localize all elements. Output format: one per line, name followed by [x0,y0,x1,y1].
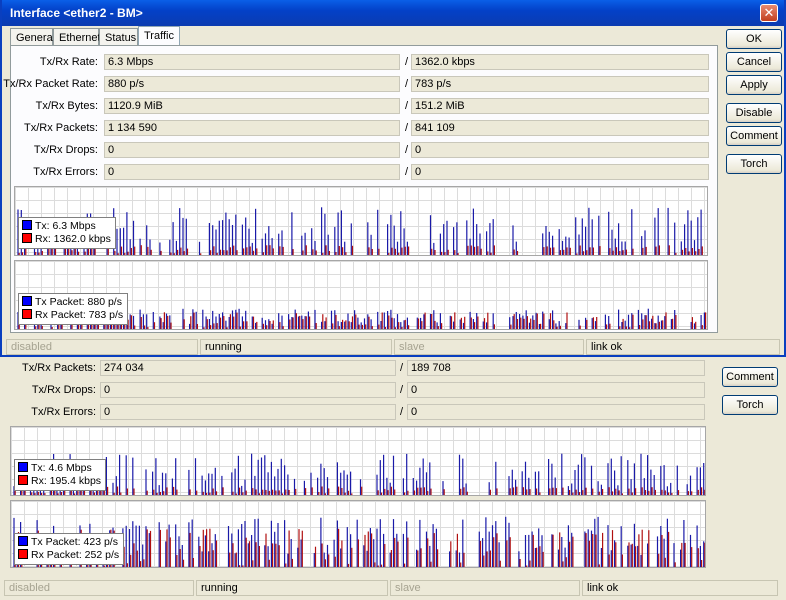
separator: / [405,122,409,134]
disable-button[interactable]: Disable [726,103,782,123]
comment-button[interactable]: Comment [722,367,778,387]
separator: / [405,100,409,112]
tx-value: 0 [100,382,396,398]
separator: / [405,56,409,68]
status-disabled: disabled [6,339,198,355]
tab-general[interactable]: General [10,28,55,46]
status-bar: disabled running slave link ok [6,339,782,355]
rx-legend-label: Rx: 1362.0 kbps [35,233,111,245]
traffic-graph: Tx: 4.6 Mbps Rx: 195.4 kbps [10,426,706,496]
separator: / [400,384,404,396]
status-slave: slave [394,339,584,355]
traffic-legend: Tx: 4.6 Mbps Rx: 195.4 kbps [14,459,107,491]
rx-swatch [18,475,28,485]
traffic-legend: Tx: 6.3 Mbps Rx: 1362.0 kbps [18,217,116,249]
status-running: running [196,580,388,596]
field-label: Tx/Rx Errors: [31,406,96,418]
separator: / [405,144,409,156]
comment-button[interactable]: Comment [726,126,782,146]
field-label: Tx/Rx Errors: [33,166,98,178]
tab-status[interactable]: Status [99,28,138,46]
rx-packet-rate-value: 783 p/s [411,76,709,92]
field-label: Tx/Rx Rate: [39,56,98,68]
field-label: Tx/Rx Packets: [24,122,98,134]
status-disabled: disabled [4,580,194,596]
close-icon[interactable]: ✕ [760,4,778,22]
cancel-button[interactable]: Cancel [726,52,782,72]
status-slave: slave [390,580,580,596]
rx-errors-value: 0 [411,164,709,180]
traffic-bars [13,453,705,495]
status-bar: disabled running slave link ok [4,580,780,596]
field-label: Tx/Rx Packet Rate: [3,78,98,90]
tx-swatch [18,536,28,546]
tx-packet-legend-label: Tx Packet: 880 p/s [35,296,122,308]
field-label: Tx/Rx Bytes: [35,100,98,112]
status-link: link ok [582,580,778,596]
rx-drops-value: 0 [411,142,709,158]
status-link: link ok [586,339,780,355]
tab-traffic[interactable]: Traffic [138,26,180,47]
tx-swatch [18,462,28,472]
rx-rate-value: 1362.0 kbps [411,54,709,70]
rx-value: 0 [407,382,705,398]
packet-graph: Tx Packet: 423 p/s Rx Packet: 252 p/s [10,500,706,568]
ok-button[interactable]: OK [726,29,782,49]
tx-rate-value: 6.3 Mbps [104,54,400,70]
separator: / [405,166,409,178]
window-title: Interface <ether2 - BM> [10,6,143,20]
separator: / [400,362,404,374]
tx-packets-value: 1 134 590 [104,120,400,136]
field-label: Tx/Rx Drops: [33,144,98,156]
packet-legend: Tx Packet: 423 p/s Rx Packet: 252 p/s [14,533,125,565]
traffic-graph: Tx: 6.3 Mbps Rx: 1362.0 kbps [14,186,708,256]
tx-swatch [22,220,32,230]
interface-window: Interface <ether2 - BM> ✕ General Ethern… [0,0,786,357]
torch-button[interactable]: Torch [722,395,778,415]
separator: / [405,78,409,90]
tx-legend-label: Tx: 4.6 Mbps [31,462,92,474]
rx-bytes-value: 151.2 MiB [411,98,709,114]
apply-button[interactable]: Apply [726,75,782,95]
tx-packet-rate-value: 880 p/s [104,76,400,92]
rx-value: 0 [407,404,705,420]
traffic-bars [17,207,703,255]
packet-graph: Tx Packet: 880 p/s Rx Packet: 783 p/s [14,260,708,330]
separator: / [400,406,404,418]
rx-swatch [22,233,32,243]
tx-drops-value: 0 [104,142,400,158]
tab-ethernet[interactable]: Ethernet [53,28,101,46]
rx-swatch [22,309,32,319]
tx-bytes-value: 1120.9 MiB [104,98,400,114]
torch-button[interactable]: Torch [726,154,782,174]
rx-value: 189 708 [407,360,705,376]
rx-legend-label: Rx: 195.4 kbps [31,475,102,487]
tx-value: 274 034 [100,360,396,376]
title-bar[interactable]: Interface <ether2 - BM> ✕ [2,0,784,26]
packet-legend: Tx Packet: 880 p/s Rx Packet: 783 p/s [18,293,129,325]
tx-packet-legend-label: Tx Packet: 423 p/s [31,536,118,548]
field-label: Tx/Rx Packets: [22,362,96,374]
tx-errors-value: 0 [104,164,400,180]
rx-packet-legend-label: Rx Packet: 783 p/s [35,309,124,321]
tx-swatch [22,296,32,306]
rx-packets-value: 841 109 [411,120,709,136]
status-running: running [200,339,392,355]
field-label: Tx/Rx Drops: [31,384,96,396]
rx-swatch [18,549,28,559]
rx-packet-legend-label: Rx Packet: 252 p/s [31,549,120,561]
tx-legend-label: Tx: 6.3 Mbps [35,220,96,232]
tx-value: 0 [100,404,396,420]
